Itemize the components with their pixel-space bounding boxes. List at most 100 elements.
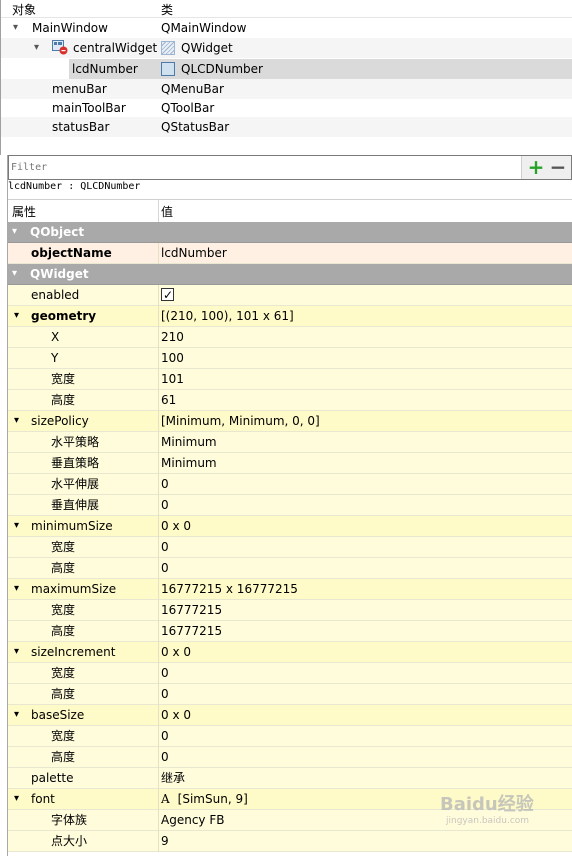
enabled-checkbox[interactable] xyxy=(161,285,174,305)
property-value[interactable]: 61 xyxy=(161,390,176,410)
property-value[interactable]: 210 xyxy=(161,327,184,347)
property-row-sizeincrement[interactable]: ▾ sizeIncrement 0 x 0 xyxy=(8,642,572,663)
widget-icon xyxy=(161,40,175,55)
property-value[interactable]: 0 xyxy=(161,537,169,557)
property-value[interactable]: 0 x 0 xyxy=(161,705,191,725)
tree-item-lcdnumber[interactable]: lcdNumber QLCDNumber xyxy=(69,59,572,79)
property-key: 高度 xyxy=(51,393,76,407)
property-value[interactable]: Agency FB xyxy=(161,810,224,830)
header-divider[interactable] xyxy=(158,200,159,223)
property-key: 宽度 xyxy=(51,603,76,617)
filter-input[interactable]: Filter + − xyxy=(8,155,572,180)
watermark-url: jingyan.baidu.com xyxy=(446,816,530,826)
property-value[interactable]: 0 x 0 xyxy=(161,516,191,536)
chevron-down-icon[interactable]: ▾ xyxy=(12,222,17,242)
property-row-max-height[interactable]: 高度 16777215 xyxy=(8,621,572,642)
group-qwidget[interactable]: ▾ QWidget xyxy=(8,264,572,285)
property-row-geometry-y[interactable]: Y 100 xyxy=(8,348,572,369)
property-row-vertical-policy[interactable]: 垂直策略 Minimum xyxy=(8,453,572,474)
property-value[interactable]: Minimum xyxy=(161,453,217,473)
chevron-down-icon[interactable]: ▾ xyxy=(14,306,19,326)
object-name: menuBar xyxy=(52,82,107,96)
property-row-geometry-height[interactable]: 高度 61 xyxy=(8,390,572,411)
chevron-down-icon[interactable]: ▾ xyxy=(14,705,19,725)
property-key: 水平伸展 xyxy=(51,477,100,491)
chevron-down-icon[interactable]: ▾ xyxy=(13,18,18,38)
tree-item-menubar[interactable]: menuBar QMenuBar xyxy=(1,79,572,99)
property-row-vertical-stretch[interactable]: 垂直伸展 0 xyxy=(8,495,572,516)
object-inspector: 对象 类 ▾ MainWindow QMainWindow ▾ centralW… xyxy=(0,0,572,155)
property-value[interactable]: 0 xyxy=(161,747,169,767)
group-qobject[interactable]: ▾ QObject xyxy=(8,222,572,243)
object-name: MainWindow xyxy=(32,21,108,35)
property-row-max-width[interactable]: 宽度 16777215 xyxy=(8,600,572,621)
property-value[interactable]: [SimSun, 9] xyxy=(178,792,248,806)
property-value[interactable]: 继承 xyxy=(161,768,185,788)
chevron-down-icon[interactable]: ▾ xyxy=(14,516,19,536)
property-key: baseSize xyxy=(31,708,85,722)
property-key: 垂直伸展 xyxy=(51,498,100,512)
chevron-down-icon[interactable]: ▾ xyxy=(14,642,19,662)
property-row-enabled[interactable]: enabled xyxy=(8,285,572,306)
property-value[interactable]: 0 x 0 xyxy=(161,642,191,662)
property-row-minimumsize[interactable]: ▾ minimumSize 0 x 0 xyxy=(8,516,572,537)
property-value[interactable]: 0 xyxy=(161,684,169,704)
remove-property-button[interactable]: − xyxy=(548,157,568,177)
property-row-inc-height[interactable]: 高度 0 xyxy=(8,684,572,705)
baidu-watermark: Baidu经验 jingyan.baidu.com xyxy=(440,790,534,826)
property-row-min-width[interactable]: 宽度 0 xyxy=(8,537,572,558)
property-row-geometry[interactable]: ▾ geometry [(210, 100), 101 x 61] xyxy=(8,306,572,327)
chevron-down-icon[interactable]: ▾ xyxy=(14,579,19,599)
property-row-objectname[interactable]: objectName lcdNumber xyxy=(8,243,572,264)
object-column-header[interactable]: 对象 xyxy=(12,1,36,18)
property-row-geometry-x[interactable]: X 210 xyxy=(8,327,572,348)
property-value[interactable]: 100 xyxy=(161,348,184,368)
property-value[interactable]: 101 xyxy=(161,369,184,389)
property-key: minimumSize xyxy=(31,519,113,533)
property-value[interactable]: 16777215 x 16777215 xyxy=(161,579,298,599)
chevron-down-icon[interactable]: ▾ xyxy=(14,789,19,809)
property-value[interactable]: lcdNumber xyxy=(161,243,227,263)
property-row-maximumsize[interactable]: ▾ maximumSize 16777215 x 16777215 xyxy=(8,579,572,600)
property-value[interactable]: 0 xyxy=(161,558,169,578)
property-key: 水平策略 xyxy=(51,435,100,449)
property-value[interactable]: 9 xyxy=(161,831,169,851)
tree-item-statusbar[interactable]: statusBar QStatusBar xyxy=(1,117,572,137)
property-row-sizepolicy[interactable]: ▾ sizePolicy [Minimum, Minimum, 0, 0] xyxy=(8,411,572,432)
property-row-palette[interactable]: palette 继承 xyxy=(8,768,572,789)
property-value[interactable]: [Minimum, Minimum, 0, 0] xyxy=(161,411,320,431)
property-key: enabled xyxy=(31,288,80,302)
add-property-button[interactable]: + xyxy=(526,157,546,177)
property-value[interactable]: 0 xyxy=(161,663,169,683)
property-key: objectName xyxy=(31,246,112,260)
property-row-inc-width[interactable]: 宽度 0 xyxy=(8,663,572,684)
property-value[interactable]: [(210, 100), 101 x 61] xyxy=(161,306,294,326)
property-value[interactable]: Minimum xyxy=(161,432,217,452)
object-inspector-header: 对象 类 xyxy=(1,0,572,18)
chevron-down-icon[interactable]: ▾ xyxy=(12,264,17,284)
property-value[interactable]: 16777215 xyxy=(161,621,222,641)
class-column-header[interactable]: 类 xyxy=(161,1,173,18)
property-value[interactable]: 0 xyxy=(161,726,169,746)
property-row-horizontal-policy[interactable]: 水平策略 Minimum xyxy=(8,432,572,453)
tree-item-maintoolbar[interactable]: mainToolBar QToolBar xyxy=(1,98,572,118)
property-row-base-width[interactable]: 宽度 0 xyxy=(8,726,572,747)
property-row-base-height[interactable]: 高度 0 xyxy=(8,747,572,768)
property-row-point-size[interactable]: 点大小 9 xyxy=(8,831,572,852)
property-value[interactable]: 16777215 xyxy=(161,600,222,620)
chevron-down-icon[interactable]: ▾ xyxy=(14,411,19,431)
property-value[interactable]: 0 xyxy=(161,474,169,494)
value-column-header[interactable]: 值 xyxy=(161,203,173,220)
chevron-down-icon[interactable]: ▾ xyxy=(34,38,39,58)
selected-object-label: lcdNumber : QLCDNumber xyxy=(8,181,141,192)
property-row-geometry-width[interactable]: 宽度 101 xyxy=(8,369,572,390)
property-row-horizontal-stretch[interactable]: 水平伸展 0 xyxy=(8,474,572,495)
property-column-header[interactable]: 属性 xyxy=(12,203,36,220)
lcd-number-icon xyxy=(161,61,175,76)
property-row-min-height[interactable]: 高度 0 xyxy=(8,558,572,579)
property-row-basesize[interactable]: ▾ baseSize 0 x 0 xyxy=(8,705,572,726)
property-value[interactable]: 0 xyxy=(161,495,169,515)
tree-item-centralwidget[interactable]: ▾ centralWidget QWidget xyxy=(1,38,572,58)
tree-item-mainwindow[interactable]: ▾ MainWindow QMainWindow xyxy=(1,18,572,38)
property-key: 宽度 xyxy=(51,372,76,386)
